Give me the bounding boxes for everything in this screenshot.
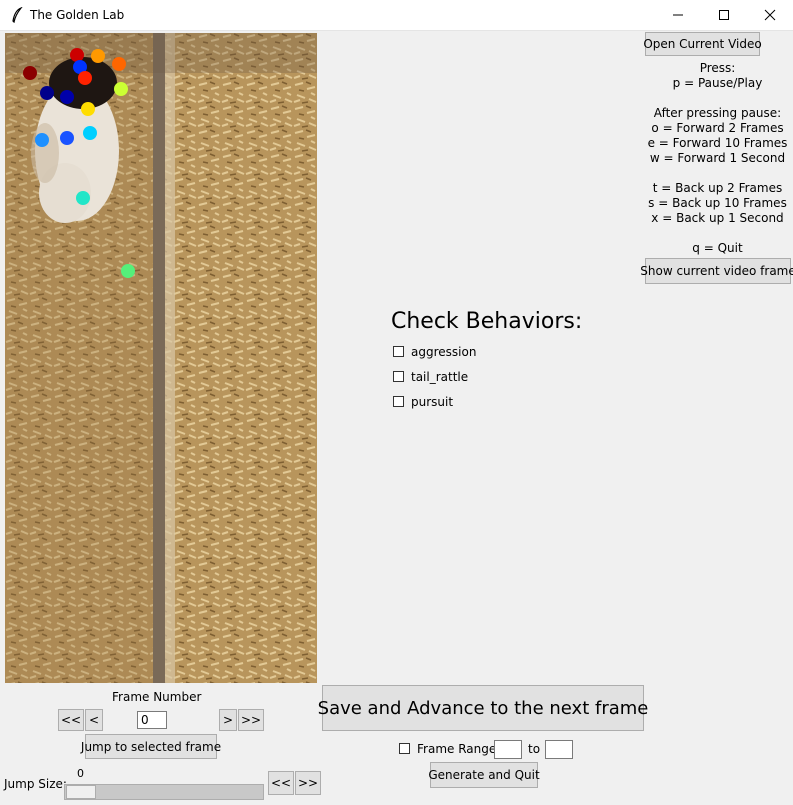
help-line: p = Pause/Play xyxy=(672,76,763,90)
frame-number-input[interactable]: 0 xyxy=(137,711,167,729)
jump-forward-button[interactable]: >> xyxy=(295,771,321,795)
behavior-label: tail_rattle xyxy=(411,370,469,384)
save-advance-button[interactable]: Save and Advance to the next frame xyxy=(318,685,648,731)
help-line xyxy=(644,166,791,181)
help-line: t = Back up 2 Frames xyxy=(652,181,783,195)
keypoint-marker xyxy=(81,102,95,116)
frame-range-label: Frame Range xyxy=(417,742,497,756)
show-frame-button[interactable]: Show current video frame xyxy=(640,258,793,284)
jump-back-button[interactable]: << xyxy=(268,771,294,795)
help-line xyxy=(644,226,791,241)
keypoint-marker xyxy=(60,90,74,104)
keypoint-marker xyxy=(76,191,90,205)
keypoint-marker xyxy=(78,71,92,85)
video-frame xyxy=(5,33,317,683)
pursuit-checkbox[interactable] xyxy=(393,396,404,407)
behavior-label: pursuit xyxy=(411,395,454,409)
help-line: After pressing pause: xyxy=(653,106,782,120)
help-line: Press: xyxy=(699,61,736,75)
frame-back-fast-button[interactable]: << xyxy=(58,709,84,731)
aggression-checkbox[interactable] xyxy=(393,346,404,357)
keypoint-marker xyxy=(60,131,74,145)
range-to-label: to xyxy=(528,742,541,756)
feather-icon xyxy=(12,7,23,23)
maximize-icon xyxy=(719,10,729,20)
help-line: q = Quit xyxy=(692,241,743,255)
title-bar: The Golden Lab xyxy=(0,0,793,31)
minimize-icon xyxy=(673,14,683,16)
slider-handle[interactable] xyxy=(66,785,96,799)
help-line: w = Forward 1 Second xyxy=(649,151,786,165)
keypoint-marker xyxy=(121,264,135,278)
frame-back-button[interactable]: < xyxy=(85,709,103,731)
frame-forward-fast-button[interactable]: >> xyxy=(238,709,264,731)
jump-size-value: 0 xyxy=(77,767,84,780)
behaviors-heading: Check Behaviors: xyxy=(391,309,583,334)
keypoint-marker xyxy=(40,86,54,100)
behavior-label: aggression xyxy=(411,345,477,359)
keypoint-marker xyxy=(35,133,49,147)
generate-quit-button[interactable]: Generate and Quit xyxy=(428,762,540,788)
help-line: e = Forward 10 Frames xyxy=(647,136,788,150)
minimize-button[interactable] xyxy=(655,0,701,30)
frame-forward-button[interactable]: > xyxy=(219,709,237,731)
frame-number-label: Frame Number xyxy=(112,690,202,704)
window-title: The Golden Lab xyxy=(30,8,125,22)
shortcut-help: Press: p = Pause/Play After pressing pau… xyxy=(644,61,791,256)
keypoint-marker xyxy=(23,66,37,80)
tail-rattle-checkbox[interactable] xyxy=(393,371,404,382)
keypoint-marker xyxy=(91,49,105,63)
maximize-button[interactable] xyxy=(701,0,747,30)
range-from-input[interactable] xyxy=(494,740,522,759)
help-line: x = Back up 1 Second xyxy=(651,211,784,225)
open-video-button[interactable]: Open Current Video xyxy=(643,32,762,56)
help-line: s = Back up 10 Frames xyxy=(648,196,787,210)
keypoint-marker xyxy=(114,82,128,96)
jump-to-frame-button[interactable]: Jump to selected frame xyxy=(81,734,221,759)
video-frame-image xyxy=(5,33,317,683)
frame-range-checkbox[interactable] xyxy=(399,743,410,754)
help-line xyxy=(644,91,791,106)
keypoint-marker xyxy=(112,57,126,71)
keypoint-marker xyxy=(83,126,97,140)
close-icon xyxy=(764,9,776,21)
help-line: o = Forward 2 Frames xyxy=(651,121,784,135)
close-button[interactable] xyxy=(747,0,793,30)
jump-size-label: Jump Size: xyxy=(4,777,67,791)
jump-size-slider[interactable] xyxy=(64,784,264,800)
range-to-input[interactable] xyxy=(545,740,573,759)
